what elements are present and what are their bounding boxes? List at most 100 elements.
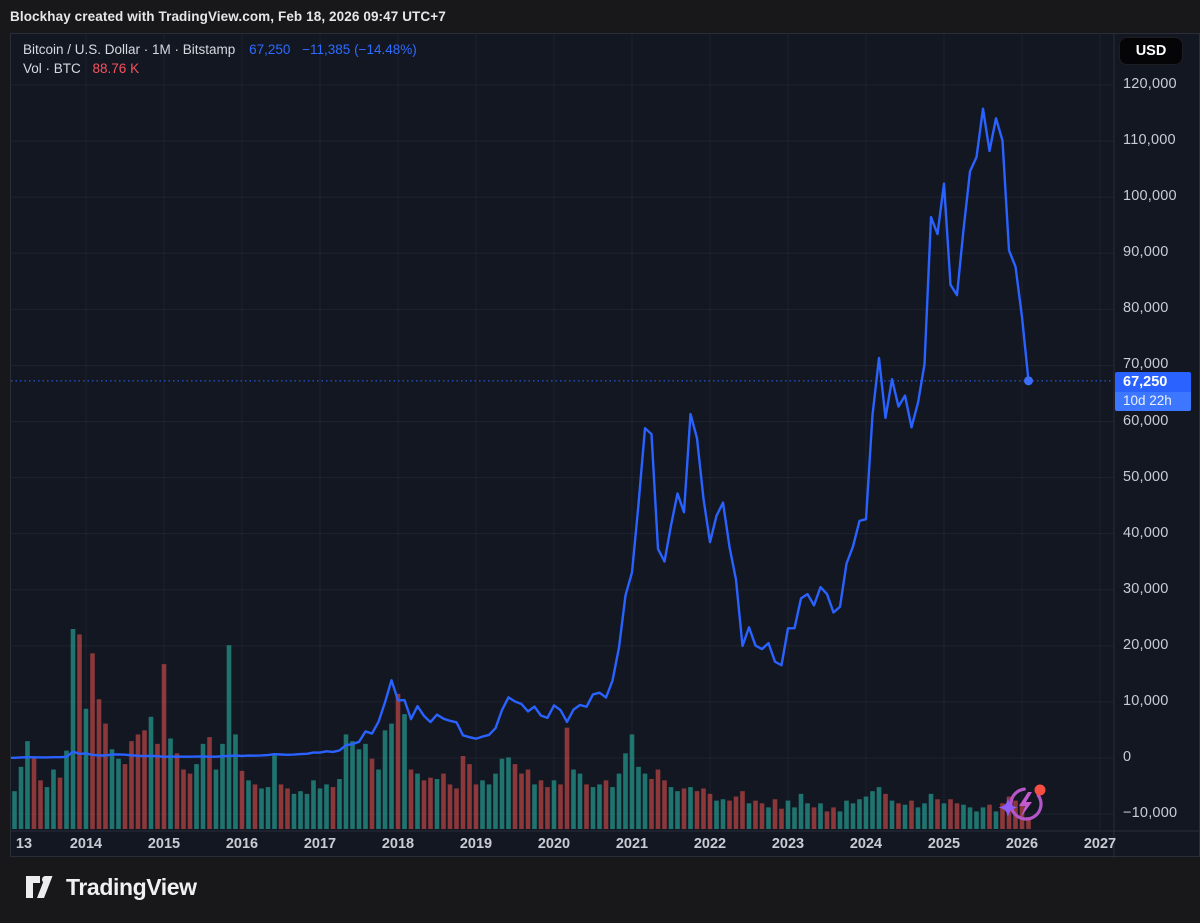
volume-bar — [545, 787, 550, 829]
price-axis-label: 80,000 — [1123, 300, 1169, 316]
volume-bar — [786, 801, 791, 829]
volume-bar — [253, 784, 258, 829]
time-axis-label: 13 — [16, 836, 32, 852]
volume-bar — [682, 788, 687, 829]
volume-bar — [441, 774, 446, 829]
symbol-title[interactable]: Bitcoin / U.S. Dollar · 1M · Bitstamp — [23, 42, 235, 57]
volume-bar — [669, 787, 674, 829]
price-axis-label: 110,000 — [1123, 132, 1176, 148]
volume-bar — [350, 741, 355, 829]
volume-bar — [929, 794, 934, 829]
volume-bar — [389, 724, 394, 829]
volume-bar — [428, 778, 433, 829]
volume-bar — [922, 803, 927, 829]
volume-label[interactable]: Vol · BTC — [23, 61, 81, 76]
last-price-dot — [1024, 376, 1033, 385]
volume-bar — [454, 788, 459, 829]
volume-bar — [662, 780, 667, 829]
volume-bar — [422, 780, 427, 829]
volume-bar — [1020, 803, 1025, 829]
volume-bar — [526, 770, 531, 829]
volume-bar — [877, 787, 882, 829]
volume-bar — [331, 787, 336, 829]
volume-bar — [987, 805, 992, 829]
volume-bar — [279, 784, 284, 829]
volume-bar — [851, 803, 856, 829]
price-chart-canvas[interactable] — [11, 34, 1200, 858]
time-axis-label: 2016 — [226, 836, 258, 852]
volume-bar — [916, 807, 921, 829]
time-axis-label: 2015 — [148, 836, 180, 852]
volume-bar — [766, 807, 771, 829]
volume-bar — [376, 770, 381, 829]
last-price-axis-label: 67,250 10d 22h — [1115, 372, 1191, 411]
volume-bar — [259, 788, 264, 829]
tradingview-logo[interactable]: TradingView — [25, 873, 197, 901]
volume-bar — [955, 803, 960, 829]
volume-bar — [994, 811, 999, 829]
volume-bar — [597, 784, 602, 829]
volume-bar — [149, 717, 154, 829]
volume-bar — [604, 780, 609, 829]
volume-bar — [32, 757, 37, 829]
volume-bar — [584, 784, 589, 829]
volume-bar — [266, 787, 271, 829]
bar-close-countdown: 10d 22h — [1115, 392, 1191, 411]
volume-bar — [123, 764, 128, 829]
volume-bar — [799, 794, 804, 829]
legend-symbol-row[interactable]: Bitcoin / U.S. Dollar · 1M · Bitstamp 67… — [23, 40, 417, 59]
volume-bar — [500, 759, 505, 829]
volume-bar — [552, 780, 557, 829]
volume-bar — [714, 801, 719, 829]
volume-bar — [272, 753, 277, 829]
volume-bar — [838, 811, 843, 829]
volume-bar — [38, 780, 43, 829]
chart-legend[interactable]: Bitcoin / U.S. Dollar · 1M · Bitstamp 67… — [23, 40, 417, 78]
price-axis-label: 60,000 — [1123, 413, 1169, 429]
time-axis-label: 2014 — [70, 836, 102, 852]
volume-bar — [448, 784, 453, 829]
volume-bar — [51, 770, 56, 829]
chart-panel[interactable]: Bitcoin / U.S. Dollar · 1M · Bitstamp 67… — [10, 33, 1200, 857]
currency-toggle-button[interactable]: USD — [1119, 37, 1183, 65]
volume-bar — [227, 645, 232, 829]
volume-bar — [285, 788, 290, 829]
volume-bar — [617, 774, 622, 829]
volume-bar — [519, 774, 524, 829]
legend-volume-row[interactable]: Vol · BTC 88.76 K — [23, 59, 417, 78]
volume-value: 88.76 K — [93, 61, 140, 76]
lightning-sticker-icon[interactable] — [999, 783, 1047, 825]
volume-bar — [246, 780, 251, 829]
volume-bar — [233, 734, 238, 829]
price-axis-label: 20,000 — [1123, 637, 1169, 653]
price-axis-label: 100,000 — [1123, 188, 1177, 204]
time-axis-label: 2025 — [928, 836, 960, 852]
volume-bar — [623, 753, 628, 829]
tradingview-snapshot: Blockhay created with TradingView.com, F… — [0, 0, 1200, 923]
volume-bar — [110, 749, 115, 829]
volume-bar — [240, 771, 245, 829]
volume-bar — [896, 803, 901, 829]
price-axis-label: 30,000 — [1123, 581, 1169, 597]
price-axis-label: 0 — [1123, 749, 1131, 765]
price-axis-label: 70,000 — [1123, 356, 1169, 372]
volume-bar — [402, 714, 407, 829]
volume-bar — [12, 791, 17, 829]
volume-bar — [415, 774, 420, 829]
volume-bar — [344, 734, 349, 829]
volume-bar — [103, 724, 108, 829]
volume-bar — [883, 794, 888, 829]
volume-bar — [974, 811, 979, 829]
volume-bar — [168, 738, 173, 829]
volume-bar — [890, 801, 895, 829]
volume-bar — [792, 807, 797, 829]
time-axis-label: 2020 — [538, 836, 570, 852]
volume-bar — [961, 805, 966, 829]
volume-bar — [318, 788, 323, 829]
volume-bar — [825, 811, 830, 829]
volume-bar — [506, 757, 511, 829]
volume-bar — [578, 774, 583, 829]
volume-bar — [591, 787, 596, 829]
volume-bar — [480, 780, 485, 829]
volume-bar — [760, 803, 765, 829]
